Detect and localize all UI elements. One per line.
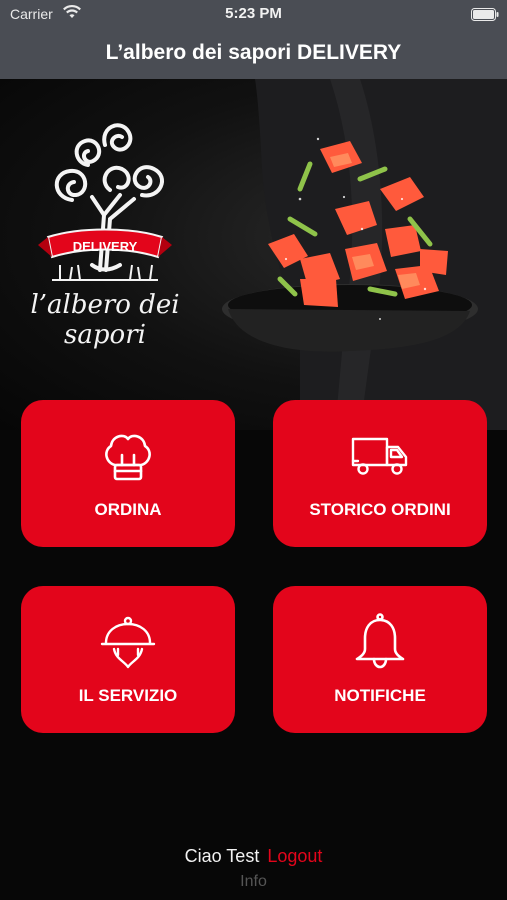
- delivery-truck-icon: [351, 437, 408, 475]
- notifiche-button[interactable]: NOTIFICHE: [273, 586, 487, 733]
- hero-banner: DELIVERY l’albero dei sapori: [0, 79, 507, 430]
- notifiche-label: NOTIFICHE: [334, 686, 426, 705]
- chef-hat-icon: [105, 434, 151, 481]
- page-title: L’albero dei sapori DELIVERY: [105, 41, 402, 64]
- ordina-button[interactable]: ORDINA: [21, 400, 235, 547]
- il-servizio-label: IL SERVIZIO: [78, 686, 178, 705]
- status-bar: Carrier 5:23 PM: [0, 0, 507, 30]
- status-time: 5:23 PM: [225, 5, 282, 22]
- il-servizio-button[interactable]: IL SERVIZIO: [21, 586, 235, 733]
- tree-logo-icon: DELIVERY: [38, 123, 172, 281]
- footer-user-row: Ciao Test Logout: [0, 846, 507, 867]
- logo-text-line2: sapori: [64, 320, 146, 350]
- storico-ordini-button[interactable]: STORICO ORDINI: [273, 400, 487, 547]
- storico-ordini-label: STORICO ORDINI: [309, 500, 451, 519]
- bell-icon: [355, 613, 405, 669]
- battery-icon: [471, 8, 499, 21]
- serving-cloche-icon: [100, 616, 156, 669]
- greeting-text: Ciao Test: [184, 846, 260, 866]
- restaurant-logo: DELIVERY l’albero dei sapori: [30, 115, 180, 350]
- logout-link[interactable]: Logout: [267, 846, 322, 866]
- ordina-label: ORDINA: [94, 500, 162, 519]
- info-link[interactable]: Info: [0, 873, 507, 891]
- logo-ribbon-text: DELIVERY: [73, 239, 138, 254]
- logo-text-line1: l’albero dei: [30, 290, 180, 320]
- navigation-bar: L’albero dei sapori DELIVERY: [0, 30, 507, 79]
